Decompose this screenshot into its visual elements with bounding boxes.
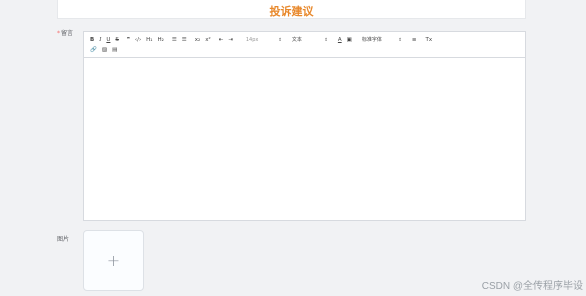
watermark: CSDN @全传程序毕设: [481, 281, 583, 292]
chevron-updown-icon: ⇕: [324, 38, 328, 43]
link-button[interactable]: 🔗: [90, 46, 97, 55]
indent-increase-button[interactable]: ⇥: [228, 36, 233, 45]
superscript-button[interactable]: x²: [205, 36, 210, 45]
image-label: 图片: [57, 236, 70, 243]
bold-button[interactable]: B: [90, 36, 94, 45]
header-picker-value: 文本: [291, 37, 302, 43]
font-size-picker[interactable]: 14px ⇕: [246, 36, 282, 45]
header-1-button[interactable]: H₁: [146, 36, 152, 45]
indent-decrease-button[interactable]: ⇤: [219, 36, 224, 45]
page-title-card: 投诉建议: [57, 0, 526, 19]
header-2-button[interactable]: H₂: [158, 36, 164, 45]
chevron-updown-icon: ⇕: [398, 38, 402, 43]
strike-button[interactable]: S: [115, 36, 119, 45]
required-asterisk: *: [57, 30, 60, 37]
ordered-list-button[interactable]: ☰: [172, 36, 177, 45]
image-button[interactable]: ▨: [102, 46, 107, 55]
chevron-updown-icon: ⇕: [278, 38, 282, 43]
align-button[interactable]: ≡: [412, 36, 417, 45]
subscript-button[interactable]: x₂: [195, 36, 200, 45]
code-block-button[interactable]: ‹/›: [135, 36, 141, 45]
video-button[interactable]: ▤: [112, 46, 117, 55]
bullet-list-button[interactable]: ☰: [182, 36, 187, 45]
italic-button[interactable]: I: [99, 36, 101, 45]
plus-icon: +: [106, 250, 121, 270]
toolbar-row-2: 🔗 ▨ ▤: [90, 46, 122, 55]
font-size-value: 14px: [245, 37, 259, 43]
underline-button[interactable]: U: [106, 36, 110, 45]
image-upload-button[interactable]: +: [83, 230, 144, 291]
clean-format-button[interactable]: Tx: [425, 36, 432, 45]
font-family-value: 标准字体: [361, 37, 382, 43]
content-label: *留言: [57, 28, 73, 37]
page-title: 投诉建议: [269, 5, 314, 18]
text-color-button[interactable]: A: [338, 36, 342, 45]
font-family-picker[interactable]: 标准字体 ⇕: [362, 36, 402, 45]
header-picker[interactable]: 文本 ⇕: [292, 36, 328, 45]
content-label-text: 留言: [61, 30, 74, 37]
editor-toolbar: B I U S ❞ ‹/› H₁ H₂ ☰ ☰ x₂ x² ⇤ ⇥ 14px ⇕…: [84, 32, 525, 58]
rich-text-editor: B I U S ❞ ‹/› H₁ H₂ ☰ ☰ x₂ x² ⇤ ⇥ 14px ⇕…: [83, 31, 526, 221]
background-color-button[interactable]: ▣: [347, 36, 352, 45]
toolbar-row-1: B I U S ❞ ‹/› H₁ H₂ ☰ ☰ x₂ x² ⇤ ⇥ 14px ⇕…: [90, 36, 437, 45]
blockquote-button[interactable]: ❞: [127, 36, 130, 45]
editor-content-area[interactable]: [84, 58, 525, 221]
